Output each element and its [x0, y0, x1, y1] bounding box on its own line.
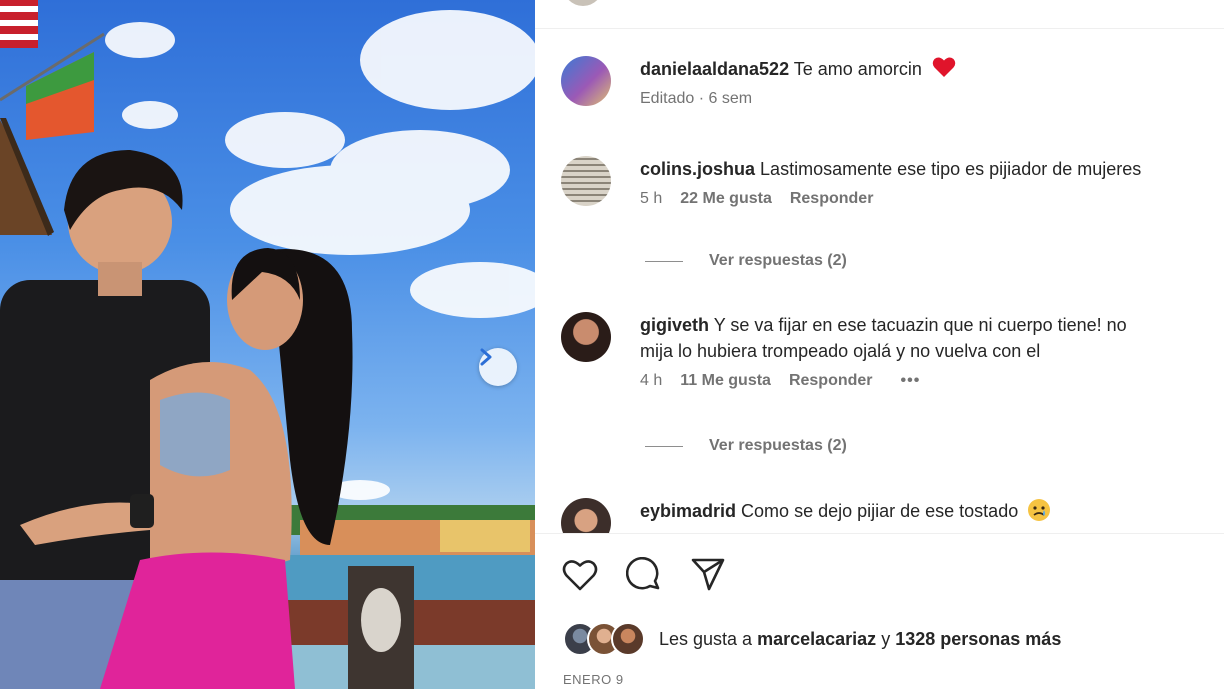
comment-bubble-icon	[626, 557, 660, 590]
comment-button[interactable]	[625, 556, 663, 594]
share-button[interactable]	[689, 556, 727, 594]
view-replies-label: Ver respuestas (2)	[709, 437, 847, 454]
comment-time: 4 h	[640, 372, 663, 389]
next-photo-button[interactable]	[479, 348, 517, 386]
comment-username[interactable]: eybimadrid	[640, 501, 736, 521]
comment-meta: Editado · 6 sem	[640, 90, 1224, 108]
avatar[interactable]	[561, 312, 611, 362]
comment-text: danielaaldana522 Te amo amorcin	[640, 56, 1224, 82]
send-paper-plane-icon	[691, 558, 725, 591]
previous-comment-avatar[interactable]	[563, 0, 603, 6]
view-replies-label: Ver respuestas (2)	[709, 252, 847, 269]
comment-clip: eybimadrid Como se dejo pijiar de ese to…	[535, 490, 1224, 533]
comment-content: Y se va fijar en ese tacuazin que ni cue…	[713, 315, 1127, 335]
avatar	[611, 622, 645, 656]
likes-others-count[interactable]: 1328 personas más	[895, 629, 1061, 649]
avatar[interactable]	[561, 498, 611, 533]
comment-content: Te amo amorcin	[793, 59, 922, 79]
comment-meta: 4 h 11 Me gusta Responder •••	[640, 372, 1224, 390]
comment-time: 5 h	[640, 190, 663, 207]
comment-text: eybimadrid Como se dejo pijiar de ese to…	[640, 498, 1224, 524]
divider	[535, 28, 1224, 29]
comment-content: Lastimosamente ese tipo es pijiador de m…	[760, 159, 1142, 179]
comment-content-line2: mija lo hubiera trompeado ojalá y no vue…	[640, 341, 1041, 361]
comment-text: colins.joshua Lastimosamente ese tipo es…	[640, 156, 1224, 182]
likes-text: Les gusta a marcelacariaz y 1328 persona…	[659, 629, 1061, 650]
comment-content: Como se dejo pijiar de ese tostado	[741, 501, 1019, 521]
comment-username[interactable]: colins.joshua	[640, 159, 755, 179]
comment-body: colins.joshua Lastimosamente ese tipo es…	[640, 156, 1224, 208]
comment-username[interactable]: gigiveth	[640, 315, 709, 335]
post-photo-illustration	[0, 0, 535, 689]
likes-prefix: Les gusta a	[659, 628, 753, 649]
heart-icon	[562, 560, 598, 591]
comment-likes-count[interactable]: 22 Me gusta	[680, 190, 772, 208]
divider	[535, 533, 1224, 534]
comment-edited-time: Editado · 6 sem	[640, 90, 753, 107]
avatar[interactable]	[561, 156, 611, 206]
likes-summary[interactable]: Les gusta a marcelacariaz y 1328 persona…	[563, 622, 1061, 656]
comment-meta: 5 h 22 Me gusta Responder	[640, 190, 1224, 208]
comment-text: gigiveth Y se va fijar en ese tacuazin q…	[640, 312, 1224, 338]
replies-line	[645, 260, 683, 262]
red-heart-emoji-icon	[932, 57, 956, 77]
chevron-right-icon	[480, 348, 492, 366]
like-button[interactable]	[561, 556, 599, 594]
post-photo[interactable]	[0, 0, 535, 689]
comment-body: danielaaldana522 Te amo amorcin Editado …	[640, 56, 1224, 108]
liker-avatars	[563, 622, 645, 656]
comment-username[interactable]: danielaaldana522	[640, 59, 789, 79]
post-date: ENERO 9	[563, 672, 624, 687]
sad-face-emoji-icon	[1028, 499, 1051, 521]
more-options-icon[interactable]: •••	[901, 372, 921, 390]
view-replies-button[interactable]: Ver respuestas (2)	[645, 437, 847, 455]
comments-panel: danielaaldana522 Te amo amorcin Editado …	[535, 0, 1224, 689]
liker-username[interactable]: marcelacariaz	[757, 629, 876, 649]
post-action-bar	[561, 556, 727, 594]
reply-button[interactable]: Responder	[790, 190, 874, 208]
reply-button[interactable]: Responder	[789, 372, 873, 390]
view-replies-button[interactable]: Ver respuestas (2)	[645, 252, 847, 270]
likes-connector: y	[881, 628, 891, 649]
replies-line	[645, 445, 683, 447]
avatar[interactable]	[561, 56, 611, 106]
comment-body: eybimadrid Como se dejo pijiar de ese to…	[640, 498, 1224, 524]
comment-body: gigiveth Y se va fijar en ese tacuazin q…	[640, 312, 1224, 390]
comment-likes-count[interactable]: 11 Me gusta	[680, 372, 771, 390]
